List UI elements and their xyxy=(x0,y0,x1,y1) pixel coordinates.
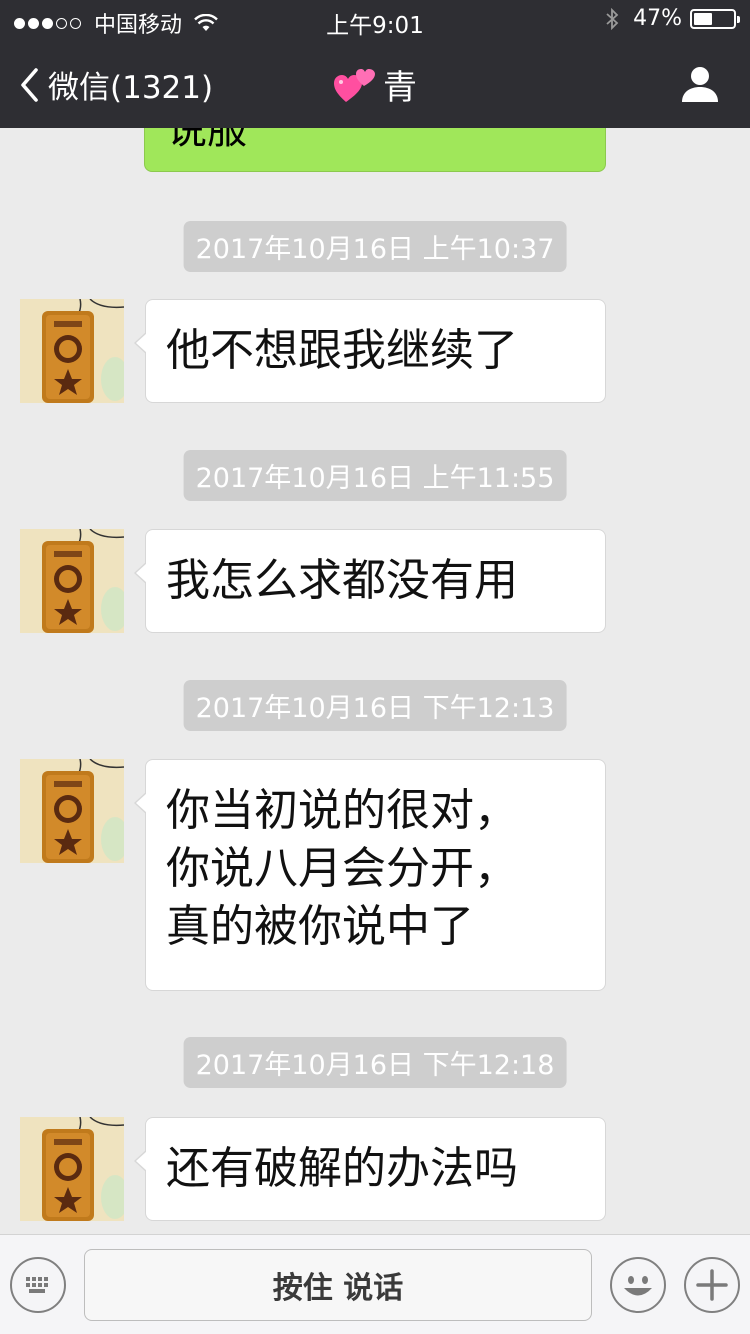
input-bar: 按住 说话 xyxy=(0,1234,750,1334)
message-timestamp: 2017年10月16日 上午10:37 xyxy=(183,221,567,272)
message-line: 他不想跟我继续了 xyxy=(166,325,518,376)
header: 中国移动 上午9:01 47% 微信(1321) 青 xyxy=(0,0,750,128)
emoji-button[interactable] xyxy=(610,1257,666,1313)
received-message-bubble[interactable]: 我怎么求都没有用 xyxy=(134,529,606,633)
message-line: 还有破解的办法吗 xyxy=(166,1143,518,1194)
nav-bar: 微信(1321) 青 xyxy=(0,40,750,128)
hold-to-talk-button[interactable]: 按住 说话 xyxy=(84,1249,592,1321)
message-line: 你说八月会分开， xyxy=(166,843,518,894)
battery-fill xyxy=(694,12,712,25)
avatar-pendant-image xyxy=(20,759,124,863)
contact-avatar[interactable] xyxy=(20,759,124,863)
profile-icon[interactable] xyxy=(680,64,720,104)
status-right: 47% xyxy=(605,6,740,31)
plus-icon xyxy=(696,1269,728,1301)
received-message-bubble[interactable]: 还有破解的办法吗 xyxy=(134,1117,606,1221)
hearts-emoji-icon xyxy=(334,68,375,102)
sent-message-bubble[interactable]: 说服 xyxy=(144,128,606,172)
sent-message-text: 说服 xyxy=(167,128,247,153)
received-message-bubble[interactable]: 你当初说的很对， 你说八月会分开， 真的被你说中了 xyxy=(134,759,606,991)
message-line: 你当初说的很对， xyxy=(166,785,518,836)
received-message-bubble[interactable]: 他不想跟我继续了 xyxy=(134,299,606,403)
keyboard-icon xyxy=(26,1277,48,1293)
avatar-pendant-image xyxy=(20,529,124,633)
message-timestamp: 2017年10月16日 下午12:13 xyxy=(183,680,567,731)
emoji-icon xyxy=(624,1276,652,1296)
message-line: 我怎么求都没有用 xyxy=(166,555,518,606)
avatar-pendant-image xyxy=(20,299,124,403)
chat-title: 青 xyxy=(0,60,750,109)
contact-avatar[interactable] xyxy=(20,1117,124,1221)
message-timestamp: 2017年10月16日 下午12:18 xyxy=(183,1037,567,1088)
battery-icon xyxy=(690,8,740,29)
message-timestamp: 2017年10月16日 上午11:55 xyxy=(183,450,567,501)
bluetooth-icon xyxy=(606,7,619,30)
more-button[interactable] xyxy=(684,1257,740,1313)
status-bar: 中国移动 上午9:01 47% xyxy=(0,0,750,40)
contact-name: 青 xyxy=(383,68,417,108)
keyboard-toggle-button[interactable] xyxy=(10,1257,66,1313)
avatar-pendant-image xyxy=(20,1117,124,1221)
chat-area[interactable]: 说服 2017年10月16日 上午10:37 他不想跟我继续了 2017年10月… xyxy=(0,128,750,1234)
battery-percent: 47% xyxy=(633,6,682,31)
contact-avatar[interactable] xyxy=(20,299,124,403)
message-line: 真的被你说中了 xyxy=(166,901,474,952)
contact-avatar[interactable] xyxy=(20,529,124,633)
